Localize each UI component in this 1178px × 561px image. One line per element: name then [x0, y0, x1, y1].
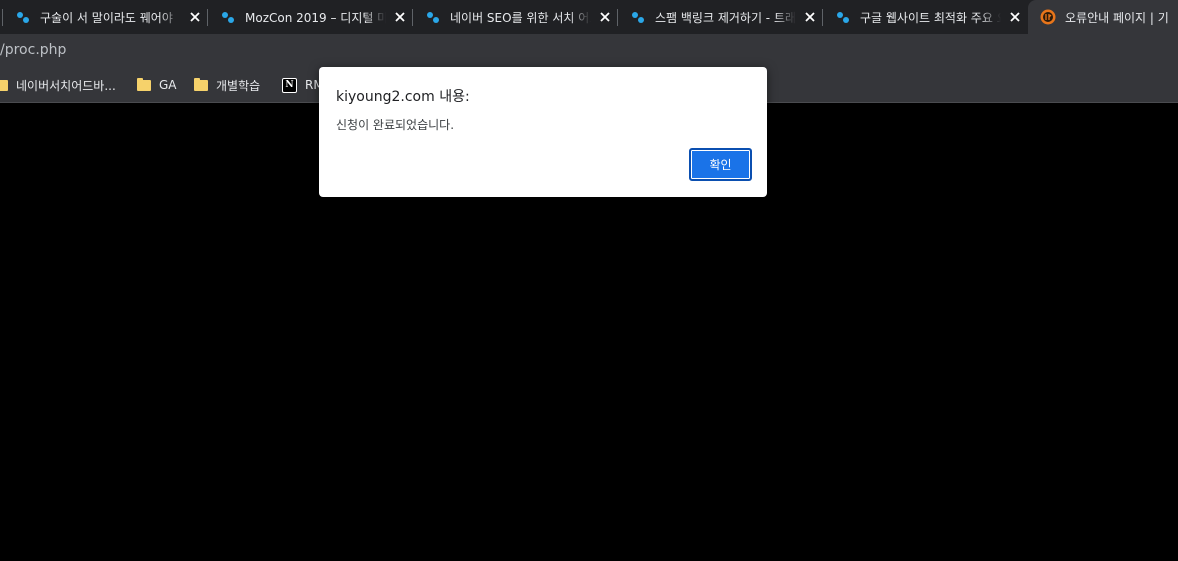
- tab-strip: 구술이 서 말이라도 꿰어야 MozCon 2019 – 디지털 마케팅 네이버…: [0, 0, 1178, 34]
- blue-dots-icon: [835, 9, 851, 25]
- orange-logo-icon: [1040, 9, 1056, 25]
- blue-dots-icon: [220, 9, 236, 25]
- address-bar[interactable]: /proc.php: [0, 34, 1178, 67]
- dialog-message: 신청이 완료되었습니다.: [336, 118, 455, 132]
- tab-separator: [412, 9, 413, 26]
- tab-separator: [207, 9, 208, 26]
- bookmark-label: GA: [159, 78, 177, 92]
- tab-2[interactable]: MozCon 2019 – 디지털 마케팅: [207, 0, 412, 34]
- notion-icon: N: [282, 77, 297, 93]
- tab-active[interactable]: 오류안내 페이지 | 기: [1028, 0, 1178, 34]
- close-icon[interactable]: [187, 9, 203, 25]
- tab-separator: [2, 9, 3, 26]
- close-icon[interactable]: [802, 9, 818, 25]
- bookmark-folder-naver[interactable]: 네이버서치어드바...: [0, 76, 116, 94]
- folder-icon: [194, 77, 208, 91]
- blue-dots-icon: [425, 9, 441, 25]
- bookmark-label: 네이버서치어드바...: [16, 78, 116, 93]
- folder-icon: [0, 79, 8, 91]
- tab-1[interactable]: 구술이 서 말이라도 꿰어야: [2, 0, 207, 34]
- tab-4[interactable]: 스팸 백링크 제거하기 - 트래픽: [617, 0, 822, 34]
- url-text[interactable]: /proc.php: [0, 42, 66, 58]
- tab-title: MozCon 2019 – 디지털 마케팅: [245, 10, 386, 25]
- tab-title: 구술이 서 말이라도 꿰어야: [40, 10, 173, 25]
- tab-separator: [822, 9, 823, 26]
- bookmark-folder-study[interactable]: 개별학습: [194, 76, 260, 94]
- close-icon[interactable]: [597, 9, 613, 25]
- tab-title: 구글 웹사이트 최적화 주요 요소: [860, 10, 1001, 25]
- blue-dots-icon: [15, 9, 31, 25]
- close-icon[interactable]: [1007, 9, 1023, 25]
- ok-button[interactable]: 확인: [689, 148, 752, 181]
- bookmark-label: 개별학습: [216, 78, 261, 93]
- tab-title: 오류안내 페이지 | 기: [1065, 10, 1169, 25]
- blue-dots-icon: [630, 9, 646, 25]
- dialog-title: kiyoung2.com 내용:: [336, 89, 470, 105]
- tab-title: 네이버 SEO를 위한 서치 어드바이저: [450, 10, 591, 25]
- folder-icon: [137, 77, 151, 91]
- tab-3[interactable]: 네이버 SEO를 위한 서치 어드바이저: [412, 0, 617, 34]
- close-icon[interactable]: [392, 9, 408, 25]
- tab-separator: [617, 9, 618, 26]
- tab-5[interactable]: 구글 웹사이트 최적화 주요 요소: [822, 0, 1027, 34]
- tab-title: 스팸 백링크 제거하기 - 트래픽: [655, 10, 796, 25]
- bookmark-rm[interactable]: N RM: [282, 76, 324, 94]
- bookmark-folder-ga[interactable]: GA: [137, 76, 177, 94]
- alert-dialog: kiyoung2.com 내용: 신청이 완료되었습니다. 확인: [319, 67, 767, 197]
